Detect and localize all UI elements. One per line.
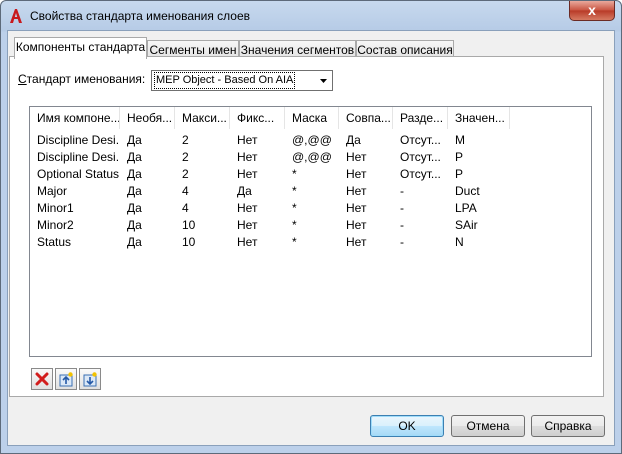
table-row[interactable]: Status Да 10 Нет * Нет - N: [30, 234, 591, 251]
table-cell: *: [292, 201, 297, 215]
table-cell: Нет: [346, 167, 367, 181]
column-header[interactable]: Совпа...: [339, 107, 393, 129]
table-cell: Да: [237, 184, 252, 198]
table-cell: P: [455, 150, 464, 164]
table-cell: Отсут...: [400, 150, 441, 164]
table-cell: Нет: [346, 184, 367, 198]
ok-button[interactable]: OK: [370, 415, 444, 437]
column-header[interactable]: Макси...: [175, 107, 230, 129]
table-cell: -: [400, 218, 404, 232]
table-cell: LPA: [455, 201, 477, 215]
table-cell: 4: [182, 201, 189, 215]
column-header[interactable]: Маска: [285, 107, 339, 129]
table-cell: P: [455, 167, 464, 181]
window-title: Свойства стандарта именования слоев: [30, 9, 251, 23]
table-cell: Нет: [346, 235, 367, 249]
close-icon: x: [588, 2, 596, 18]
components-table[interactable]: Имя компоне... Необя... Макси... Фикс... Мас…: [29, 106, 592, 357]
table-cell: Да: [346, 133, 361, 147]
table-row[interactable]: Major Да 4 Да * Нет - Duct: [30, 183, 591, 200]
table-cell: 4: [182, 184, 189, 198]
table-row[interactable]: Minor2 Да 10 Нет * Нет - SAir: [30, 217, 591, 234]
table-cell: Отсут...: [400, 133, 441, 147]
table-cell: Да: [127, 167, 142, 181]
table-cell: 10: [182, 218, 196, 232]
cancel-button[interactable]: Отмена: [451, 415, 525, 437]
table-cell: -: [400, 235, 404, 249]
move-up-button[interactable]: [55, 368, 77, 390]
table-cell: Нет: [346, 201, 367, 215]
table-cell: Status: [37, 235, 72, 249]
help-button[interactable]: Справка: [531, 415, 605, 437]
table-cell: @,@@: [292, 150, 332, 164]
table-cell: Duct: [455, 184, 480, 198]
table-cell: Нет: [346, 218, 367, 232]
table-cell: @,@@: [292, 133, 332, 147]
table-cell: Minor2: [37, 218, 74, 232]
table-cell: Нет: [237, 218, 258, 232]
table-cell: Нет: [237, 167, 258, 181]
table-cell: M: [455, 133, 465, 147]
table-cell: -: [400, 184, 404, 198]
table-row[interactable]: Discipline Desi... Да 2 Нет @,@@ Нет Отсут... P: [30, 149, 591, 166]
table-cell: Да: [127, 184, 142, 198]
table-cell: Нет: [237, 235, 258, 249]
delete-x-icon: [35, 372, 49, 386]
naming-standard-label: Стандарт именования:: [18, 72, 146, 86]
table-cell: Нет: [237, 201, 258, 215]
title-bar[interactable]: Свойства стандарта именования слоев x: [1, 1, 621, 32]
naming-standard-value: MEP Object - Based On AIA: [154, 72, 296, 89]
table-cell: Да: [127, 218, 142, 232]
move-down-button[interactable]: [79, 368, 101, 390]
table-row[interactable]: Minor1 Да 4 Нет * Нет - LPA: [30, 200, 591, 217]
table-cell: *: [292, 167, 297, 181]
table-cell: *: [292, 184, 297, 198]
table-cell: 2: [182, 133, 189, 147]
table-cell: 2: [182, 150, 189, 164]
table-cell: Нет: [237, 150, 258, 164]
table-cell: *: [292, 218, 297, 232]
table-cell: Optional Status: [37, 167, 119, 181]
table-cell: 2: [182, 167, 189, 181]
naming-standard-select[interactable]: MEP Object - Based On AIA: [151, 70, 333, 91]
table-cell: Да: [127, 235, 142, 249]
table-row[interactable]: Discipline Desi... Да 2 Нет @,@@ Да Отсут... M: [30, 132, 591, 149]
column-header[interactable]: Имя компоне...: [30, 107, 120, 129]
move-up-icon: [59, 372, 73, 387]
table-cell: Discipline Desi...: [37, 133, 119, 147]
table-cell: N: [455, 235, 464, 249]
column-header[interactable]: Необя...: [120, 107, 175, 129]
table-cell: Нет: [237, 133, 258, 147]
column-header[interactable]: Фикс...: [230, 107, 285, 129]
table-cell: Discipline Desi...: [37, 150, 119, 164]
close-button[interactable]: x: [569, 1, 615, 21]
table-cell: Нет: [346, 150, 367, 164]
table-cell: Да: [127, 133, 142, 147]
table-cell: Major: [37, 184, 68, 198]
table-cell: *: [292, 235, 297, 249]
table-cell: 10: [182, 235, 196, 249]
tab-components[interactable]: Компоненты стандарта: [14, 37, 147, 59]
table-cell: Minor1: [37, 201, 74, 215]
column-header[interactable]: Разде...: [393, 107, 448, 129]
table-cell: Отсут...: [400, 167, 441, 181]
column-header[interactable]: Значен...: [448, 107, 510, 129]
table-row[interactable]: Optional Status Да 2 Нет * Нет Отсут... P: [30, 166, 591, 183]
table-cell: -: [400, 201, 404, 215]
move-down-icon: [83, 372, 97, 387]
chevron-down-icon: [320, 79, 327, 83]
autocad-a-icon: [10, 9, 22, 23]
table-cell: Да: [127, 201, 142, 215]
table-cell: SAir: [455, 218, 478, 232]
table-cell: Да: [127, 150, 142, 164]
delete-button[interactable]: [31, 368, 53, 390]
